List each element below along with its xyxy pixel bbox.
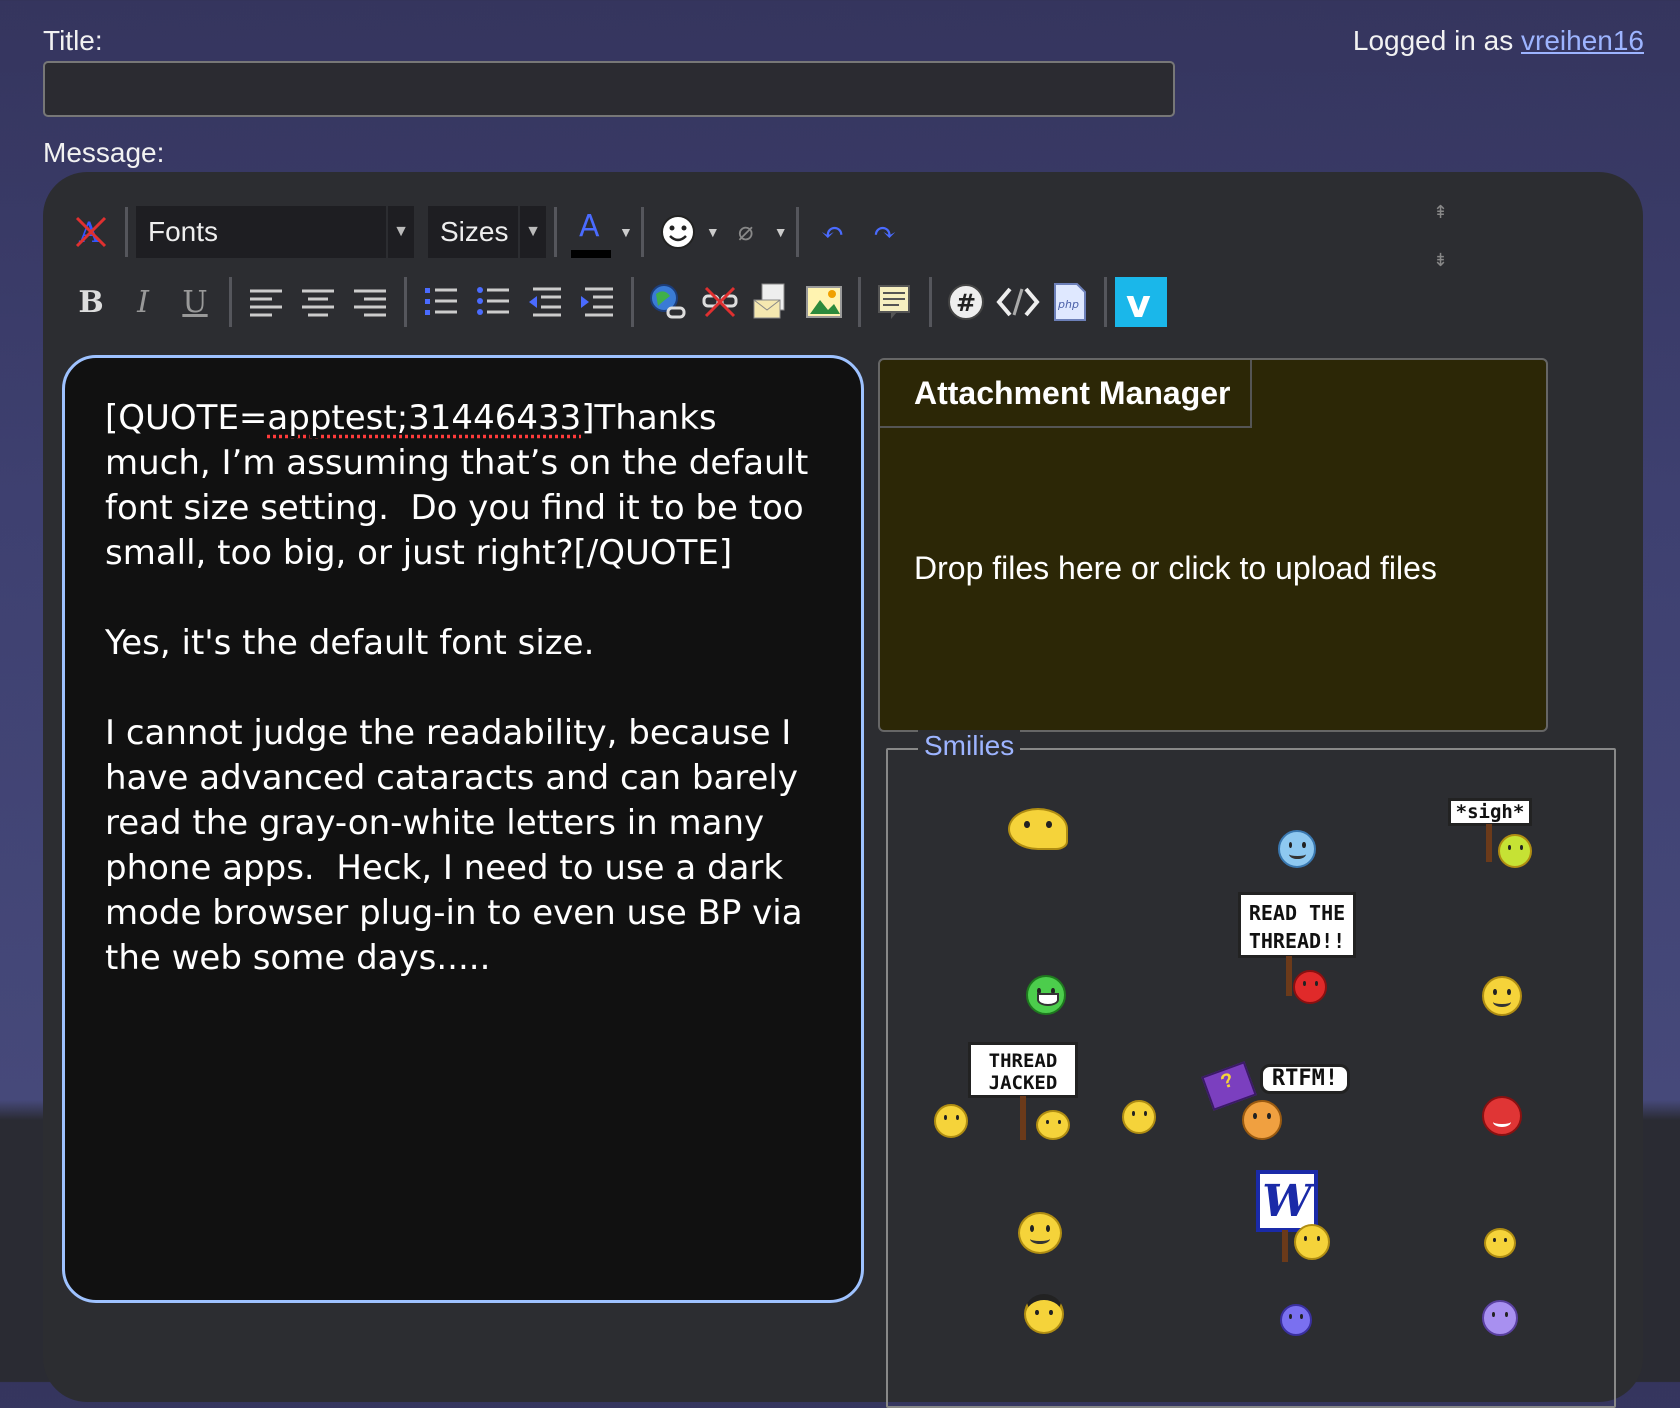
word-logo-icon[interactable]: W	[1256, 1170, 1318, 1232]
chevron-down-icon[interactable]: ▼	[619, 224, 633, 240]
attachment-drop-zone[interactable]: Drop files here or click to upload files	[914, 550, 1437, 587]
frown-smiley-icon[interactable]	[1482, 1300, 1518, 1336]
svg-text:php: php	[1057, 298, 1079, 311]
smile-smiley-icon[interactable]	[1482, 976, 1522, 1016]
outdent-icon[interactable]	[519, 276, 571, 328]
confused-smiley-icon[interactable]	[1294, 1224, 1330, 1260]
svg-text:#: #	[956, 289, 976, 317]
toolbar-separator	[640, 207, 644, 257]
facepalm-smiley-icon[interactable]	[1008, 808, 1068, 850]
toolbar-row-2: B I U # php v	[65, 272, 1167, 332]
attachment-icon[interactable]: ⌀	[720, 206, 772, 258]
sad-smiley-icon[interactable]	[1280, 1304, 1312, 1336]
read-the-thread-sign-icon[interactable]: READ THE THREAD!!	[1238, 892, 1356, 958]
indent-icon[interactable]	[571, 276, 623, 328]
title-label: Title:	[43, 25, 103, 56]
toolbar-separator	[1104, 277, 1107, 327]
font-color-icon[interactable]: A	[565, 206, 617, 258]
svg-text:v: v	[1126, 282, 1151, 326]
expand-down-icon[interactable]: ⇟	[1433, 250, 1448, 271]
align-left-icon[interactable]	[240, 276, 292, 328]
username-link[interactable]: vreihen16	[1521, 25, 1644, 56]
mad-smiley-icon[interactable]	[1482, 1096, 1522, 1136]
bold-icon[interactable]: B	[65, 276, 117, 328]
sign-pole	[1486, 824, 1492, 862]
sign-pole	[1020, 1096, 1026, 1140]
italic-icon[interactable]: I	[117, 276, 169, 328]
attachment-manager-tab[interactable]: Attachment Manager	[880, 360, 1252, 428]
quote-icon[interactable]	[869, 276, 921, 328]
code-icon[interactable]	[992, 276, 1044, 328]
sigh-smiley-icon[interactable]	[1498, 834, 1532, 868]
php-icon[interactable]: php	[1044, 276, 1096, 328]
sign-line: THREAD	[988, 1050, 1058, 1072]
quote-author-text: apptest;31446433	[267, 398, 582, 438]
gunner-smiley-icon[interactable]	[1122, 1100, 1156, 1134]
underline-icon[interactable]: U	[169, 276, 221, 328]
quote-open-text: [QUOTE=	[105, 398, 268, 438]
redo-icon[interactable]: ↷	[859, 206, 911, 258]
undo-icon[interactable]: ↶	[807, 206, 859, 258]
toolbar-separator	[795, 207, 799, 257]
toolbar-separator	[929, 277, 932, 327]
cool-smiley-icon[interactable]	[1278, 830, 1316, 868]
login-prefix: Logged in as	[1352, 25, 1514, 56]
align-center-icon[interactable]	[292, 276, 344, 328]
svg-text:A: A	[579, 209, 600, 244]
thread-jacked-sign-icon[interactable]: THREAD JACKED	[968, 1042, 1078, 1098]
scared-smiley-icon[interactable]	[934, 1104, 968, 1138]
align-right-icon[interactable]	[344, 276, 396, 328]
book-icon[interactable]: ?	[1201, 1061, 1257, 1111]
angry-smiley-icon[interactable]	[1293, 970, 1327, 1004]
toolbar-row-1: A Fonts ▼ Sizes ▼ A ▼ ▼ ⌀ ▼ ↶ ↷	[65, 202, 911, 262]
expand-up-icon[interactable]: ⇞	[1433, 202, 1448, 223]
vimeo-icon[interactable]: v	[1115, 276, 1167, 328]
login-status: Logged in as vreihen16	[1353, 25, 1644, 57]
chevron-down-icon[interactable]: ▼	[520, 206, 546, 258]
sign-line: JACKED	[988, 1072, 1058, 1094]
insert-image-icon[interactable]	[798, 276, 850, 328]
unordered-list-icon[interactable]	[467, 276, 519, 328]
chevron-down-icon[interactable]: ▼	[388, 206, 414, 258]
chevron-down-icon[interactable]: ▼	[774, 224, 788, 240]
smilies-legend: Smilies	[918, 730, 1021, 762]
gunner-smiley-icon[interactable]	[1036, 1110, 1070, 1140]
message-label: Message:	[43, 137, 165, 168]
toolbar-separator	[404, 277, 407, 327]
rtfm-sign-icon[interactable]: RTFM!	[1260, 1064, 1350, 1094]
sign-pole	[1286, 956, 1292, 996]
devil-smiley-icon[interactable]	[1242, 1100, 1282, 1140]
toolbar-separator	[229, 277, 232, 327]
toolbar-separator	[554, 207, 557, 257]
insert-link-icon[interactable]	[642, 276, 694, 328]
sizes-dropdown[interactable]: Sizes	[428, 206, 518, 258]
sigh-sign-smiley-icon[interactable]: *sigh*	[1448, 798, 1532, 826]
message-paragraph: Yes, it's the default font size.	[105, 623, 595, 663]
toolbar-separator	[858, 277, 861, 327]
remove-format-icon[interactable]: A	[65, 206, 117, 258]
bat-smiley-icon[interactable]	[1484, 1228, 1516, 1258]
message-textarea[interactable]: [QUOTE=apptest;31446433]Thanks much, I’m…	[62, 355, 864, 1303]
attachment-manager[interactable]: Attachment Manager Drop files here or cl…	[878, 358, 1548, 732]
cheer-smiley-icon[interactable]	[1018, 1212, 1062, 1254]
toolbar-separator	[631, 277, 634, 327]
fonts-dropdown[interactable]: Fonts	[136, 206, 386, 258]
insert-email-icon[interactable]	[746, 276, 798, 328]
sign-line: READ THE	[1248, 901, 1346, 925]
chevron-down-icon[interactable]: ▼	[706, 224, 720, 240]
hashtag-icon[interactable]: #	[940, 276, 992, 328]
title-input[interactable]	[43, 61, 1175, 117]
smilies-panel: Smilies *sigh* READ THE THREAD!! THREAD …	[886, 730, 1616, 1408]
spiky-hair-smiley-icon[interactable]	[1024, 1294, 1064, 1334]
sign-line: THREAD!!	[1248, 929, 1346, 953]
smiley-icon[interactable]	[652, 206, 704, 258]
unlink-icon[interactable]	[694, 276, 746, 328]
toolbar-separator	[125, 207, 128, 257]
message-paragraph: I cannot judge the readability, because …	[105, 713, 814, 978]
grin-smiley-icon[interactable]	[1026, 975, 1066, 1015]
ordered-list-icon[interactable]	[415, 276, 467, 328]
sign-pole	[1282, 1230, 1288, 1262]
